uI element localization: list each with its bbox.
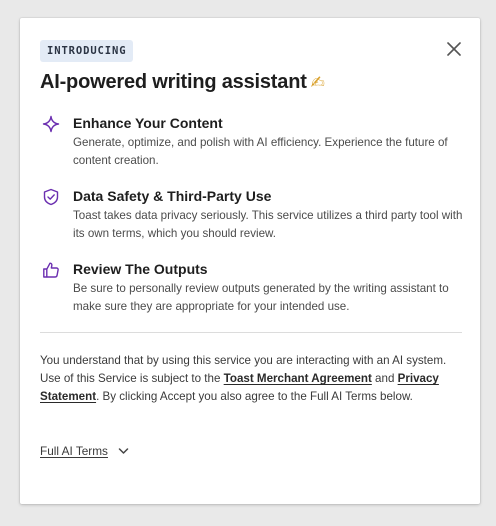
introducing-badge: INTRODUCING bbox=[40, 40, 134, 62]
divider bbox=[40, 332, 462, 333]
modal-title: AI-powered writing assistant ✍ bbox=[40, 71, 325, 94]
sparkle-icon bbox=[42, 115, 60, 133]
writing-hand-icon: ✍ bbox=[310, 73, 325, 93]
close-icon bbox=[447, 42, 461, 56]
feature-description: Be sure to personally review outputs gen… bbox=[73, 282, 449, 313]
disclaimer-text: and bbox=[371, 372, 398, 385]
thumbs-up-icon bbox=[43, 262, 59, 278]
feature-description: Toast takes data privacy seriously. This… bbox=[73, 209, 463, 240]
shield-check-icon bbox=[43, 188, 59, 206]
modal-title-text: AI-powered writing assistant bbox=[40, 71, 307, 93]
feature-heading: Data Safety & Third-Party Use bbox=[73, 188, 272, 204]
toast-merchant-agreement-link[interactable]: Toast Merchant Agreement bbox=[224, 372, 372, 385]
chevron-down-icon bbox=[118, 445, 130, 457]
feature-heading: Enhance Your Content bbox=[73, 115, 223, 131]
disclaimer-text: . By clicking Accept you also agree to t… bbox=[96, 390, 413, 403]
terms-disclaimer: You understand that by using this servic… bbox=[40, 352, 458, 406]
feature-heading: Review The Outputs bbox=[73, 261, 208, 277]
full-ai-terms-toggle[interactable]: Full AI Terms bbox=[40, 444, 130, 458]
close-button[interactable] bbox=[443, 38, 465, 60]
feature-description: Generate, optimize, and polish with AI e… bbox=[73, 136, 448, 167]
full-ai-terms-label: Full AI Terms bbox=[40, 444, 108, 458]
ai-assistant-modal: INTRODUCING AI-powered writing assistant… bbox=[20, 18, 480, 504]
